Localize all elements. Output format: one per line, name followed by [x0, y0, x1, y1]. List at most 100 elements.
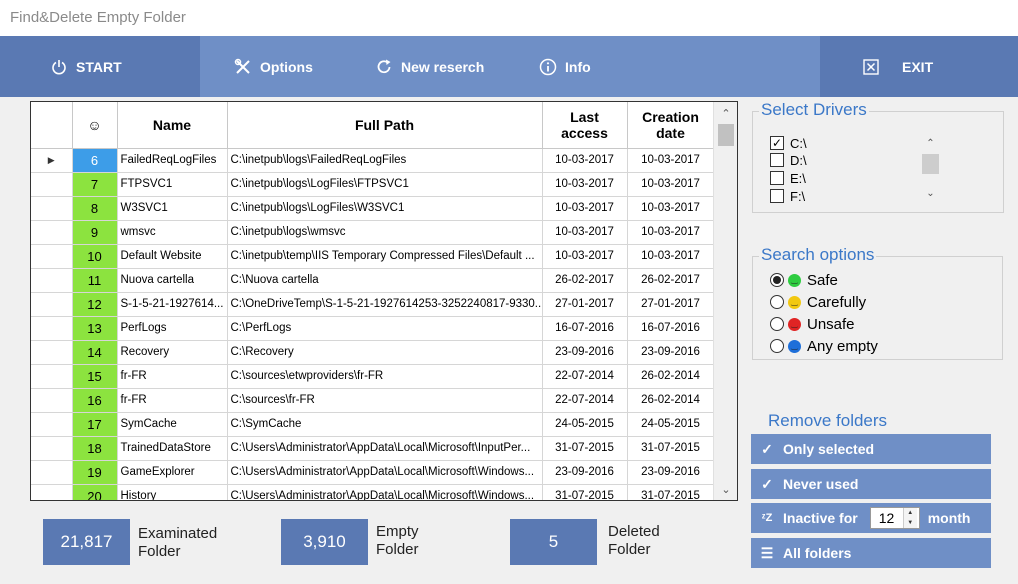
row-last-access[interactable]: 23-09-2016: [542, 340, 628, 365]
search-option-radio[interactable]: [770, 295, 784, 309]
drivers-scrollbar[interactable]: ⌃ ⌄: [921, 134, 940, 202]
row-creation-date[interactable]: 23-09-2016: [627, 460, 715, 485]
start-button[interactable]: START: [0, 36, 200, 97]
row-number[interactable]: 10: [72, 244, 118, 269]
table-row[interactable]: 18 TrainedDataStore C:\Users\Administrator…: [31, 436, 715, 461]
row-number[interactable]: 18: [72, 436, 118, 461]
creation-date-column-header[interactable]: Creation date: [627, 102, 715, 149]
table-row[interactable]: 15 fr-FR C:\sources\etwproviders\fr-FR 22-0…: [31, 364, 715, 389]
row-creation-date[interactable]: 10-03-2017: [627, 244, 715, 269]
row-selector[interactable]: [31, 484, 73, 500]
row-creation-date[interactable]: 26-02-2014: [627, 388, 715, 413]
row-full-path[interactable]: C:\Nuova cartella: [227, 268, 543, 293]
table-row[interactable]: ▶ 6 FailedReqLogFiles C:\inetpub\logs\Faile…: [31, 148, 715, 173]
row-full-path[interactable]: C:\PerfLogs: [227, 316, 543, 341]
stepper-up-icon[interactable]: ▲: [903, 508, 917, 518]
row-selector[interactable]: [31, 412, 73, 437]
driver-checkbox[interactable]: ✓: [770, 136, 784, 150]
chevron-up-icon[interactable]: ⌃: [921, 136, 940, 150]
full-path-column-header[interactable]: Full Path: [227, 102, 543, 149]
row-name[interactable]: Default Website: [117, 244, 228, 269]
row-number[interactable]: 6: [72, 148, 118, 173]
months-value[interactable]: 12: [871, 510, 903, 526]
all-folders-button[interactable]: ☰ All folders: [751, 538, 991, 568]
row-full-path[interactable]: C:\inetpub\logs\wmsvc: [227, 220, 543, 245]
row-selector[interactable]: [31, 460, 73, 485]
row-name[interactable]: History: [117, 484, 228, 500]
never-used-button[interactable]: ✓ Never used: [751, 469, 991, 499]
row-full-path[interactable]: C:\Users\Administrator\AppData\Local\Mic…: [227, 436, 543, 461]
search-option-radio[interactable]: [770, 273, 784, 287]
row-full-path[interactable]: C:\sources\fr-FR: [227, 388, 543, 413]
row-selector[interactable]: [31, 436, 73, 461]
only-selected-button[interactable]: ✓ Only selected: [751, 434, 991, 464]
table-row[interactable]: 19 GameExplorer C:\Users\Administrator\App…: [31, 460, 715, 485]
row-full-path[interactable]: C:\Recovery: [227, 340, 543, 365]
folders-grid[interactable]: ☺ Name Full Path Last access Creation date…: [30, 101, 738, 501]
name-column-header[interactable]: Name: [117, 102, 228, 149]
row-number[interactable]: 14: [72, 340, 118, 365]
table-row[interactable]: 14 Recovery C:\Recovery 23-09-2016 23-09-201…: [31, 340, 715, 365]
row-last-access[interactable]: 27-01-2017: [542, 292, 628, 317]
row-name[interactable]: FailedReqLogFiles: [117, 148, 228, 173]
row-number[interactable]: 12: [72, 292, 118, 317]
row-name[interactable]: GameExplorer: [117, 460, 228, 485]
search-option[interactable]: ‿ Safe: [770, 270, 838, 290]
row-selector[interactable]: [31, 316, 73, 341]
driver-item[interactable]: D:\: [770, 151, 807, 169]
table-row[interactable]: 12 S-1-5-21-1927614... C:\OneDriveTemp\S-1…: [31, 292, 715, 317]
row-name[interactable]: W3SVC1: [117, 196, 228, 221]
row-last-access[interactable]: 10-03-2017: [542, 196, 628, 221]
row-selector[interactable]: [31, 340, 73, 365]
table-row[interactable]: 10 Default Website C:\inetpub\temp\IIS Tem…: [31, 244, 715, 269]
row-number[interactable]: 15: [72, 364, 118, 389]
scroll-up-icon[interactable]: ⌃: [714, 104, 737, 122]
row-name[interactable]: S-1-5-21-1927614...: [117, 292, 228, 317]
row-creation-date[interactable]: 10-03-2017: [627, 196, 715, 221]
search-option[interactable]: ‿ Carefully: [770, 292, 866, 312]
row-number[interactable]: 19: [72, 460, 118, 485]
row-name[interactable]: Recovery: [117, 340, 228, 365]
row-number[interactable]: 8: [72, 196, 118, 221]
table-row[interactable]: 20 History C:\Users\Administrator\AppData\…: [31, 484, 715, 500]
row-creation-date[interactable]: 24-05-2015: [627, 412, 715, 437]
row-creation-date[interactable]: 10-03-2017: [627, 172, 715, 197]
row-last-access[interactable]: 31-07-2015: [542, 484, 628, 500]
driver-item[interactable]: F:\: [770, 187, 805, 205]
row-number[interactable]: 7: [72, 172, 118, 197]
row-name[interactable]: Nuova cartella: [117, 268, 228, 293]
table-row[interactable]: 7 FTPSVC1 C:\inetpub\logs\LogFiles\FTPSVC1…: [31, 172, 715, 197]
row-full-path[interactable]: C:\sources\etwproviders\fr-FR: [227, 364, 543, 389]
row-last-access[interactable]: 24-05-2015: [542, 412, 628, 437]
row-creation-date[interactable]: 10-03-2017: [627, 220, 715, 245]
inactive-for-button[interactable]: ᶻZ Inactive for 12 ▲ ▼ month: [751, 503, 991, 533]
driver-item[interactable]: E:\: [770, 169, 806, 187]
row-selector[interactable]: [31, 364, 73, 389]
grid-scrollbar[interactable]: ⌃ ⌄: [713, 102, 737, 500]
row-full-path[interactable]: C:\OneDriveTemp\S-1-5-21-1927614253-3252…: [227, 292, 543, 317]
row-creation-date[interactable]: 31-07-2015: [627, 484, 715, 500]
row-number[interactable]: 17: [72, 412, 118, 437]
row-name[interactable]: fr-FR: [117, 364, 228, 389]
row-name[interactable]: SymCache: [117, 412, 228, 437]
row-full-path[interactable]: C:\inetpub\temp\IIS Temporary Compressed…: [227, 244, 543, 269]
row-creation-date[interactable]: 26-02-2014: [627, 364, 715, 389]
row-full-path[interactable]: C:\inetpub\logs\FailedReqLogFiles: [227, 148, 543, 173]
row-selector[interactable]: [31, 244, 73, 269]
exit-button[interactable]: EXIT: [820, 36, 1018, 97]
row-number[interactable]: 16: [72, 388, 118, 413]
row-selector[interactable]: [31, 292, 73, 317]
table-row[interactable]: 11 Nuova cartella C:\Nuova cartella 26-02-2…: [31, 268, 715, 293]
row-last-access[interactable]: 26-02-2017: [542, 268, 628, 293]
search-option[interactable]: ‿ Any empty: [770, 336, 878, 356]
row-pointer-icon[interactable]: ▶: [31, 148, 73, 173]
row-full-path[interactable]: C:\inetpub\logs\LogFiles\W3SVC1: [227, 196, 543, 221]
search-option[interactable]: ‿ Unsafe: [770, 314, 855, 334]
row-creation-date[interactable]: 16-07-2016: [627, 316, 715, 341]
row-name[interactable]: fr-FR: [117, 388, 228, 413]
row-creation-date[interactable]: 10-03-2017: [627, 148, 715, 173]
drivers-scroll-thumb[interactable]: [922, 154, 939, 174]
last-access-column-header[interactable]: Last access: [542, 102, 628, 149]
row-full-path[interactable]: C:\Users\Administrator\AppData\Local\Mic…: [227, 460, 543, 485]
row-name[interactable]: wmsvc: [117, 220, 228, 245]
